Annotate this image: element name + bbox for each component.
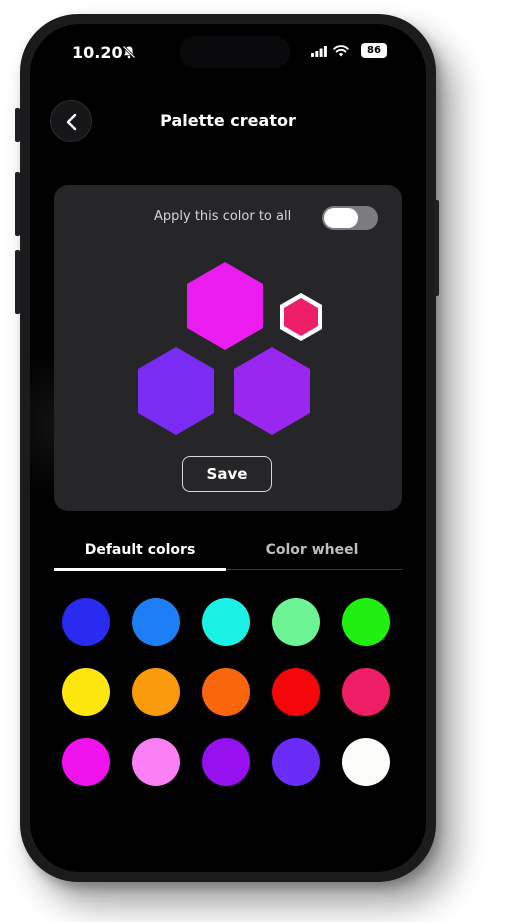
color-swatch[interactable] xyxy=(202,668,250,716)
bell-muted-icon xyxy=(122,45,136,59)
color-swatch[interactable] xyxy=(342,668,390,716)
color-swatch[interactable] xyxy=(132,738,180,786)
color-swatch[interactable] xyxy=(62,598,110,646)
color-swatch[interactable] xyxy=(272,738,320,786)
color-swatch[interactable] xyxy=(272,598,320,646)
dynamic-island xyxy=(180,36,290,68)
color-swatch[interactable] xyxy=(202,738,250,786)
volume-up-button xyxy=(15,172,20,236)
status-time: 10.20 xyxy=(72,43,123,62)
palette-editor-card: Apply this color to all Save xyxy=(54,185,402,511)
tab-color-wheel[interactable]: Color wheel xyxy=(226,542,398,558)
palette-hex-top[interactable] xyxy=(187,262,263,350)
color-swatch[interactable] xyxy=(132,598,180,646)
color-swatch[interactable] xyxy=(132,668,180,716)
palette-hex-right[interactable] xyxy=(234,347,310,435)
volume-down-button xyxy=(15,250,20,314)
color-swatch[interactable] xyxy=(62,668,110,716)
side-button xyxy=(15,108,20,142)
color-swatch[interactable] xyxy=(342,738,390,786)
color-swatch-grid xyxy=(62,598,394,786)
color-swatch[interactable] xyxy=(342,598,390,646)
screen: 10.20 86 Palette creator Apply this colo… xyxy=(30,24,426,872)
color-swatch[interactable] xyxy=(272,668,320,716)
save-button[interactable]: Save xyxy=(182,456,272,492)
active-tab-indicator xyxy=(54,568,226,571)
wifi-icon xyxy=(333,45,349,57)
color-swatch[interactable] xyxy=(62,738,110,786)
power-button xyxy=(434,200,439,296)
battery-indicator: 86 xyxy=(361,43,387,58)
signal-icon xyxy=(311,46,327,57)
palette-hex-left[interactable] xyxy=(138,347,214,435)
color-swatch[interactable] xyxy=(202,598,250,646)
tab-default-colors[interactable]: Default colors xyxy=(54,542,226,558)
page-title: Palette creator xyxy=(160,111,296,130)
